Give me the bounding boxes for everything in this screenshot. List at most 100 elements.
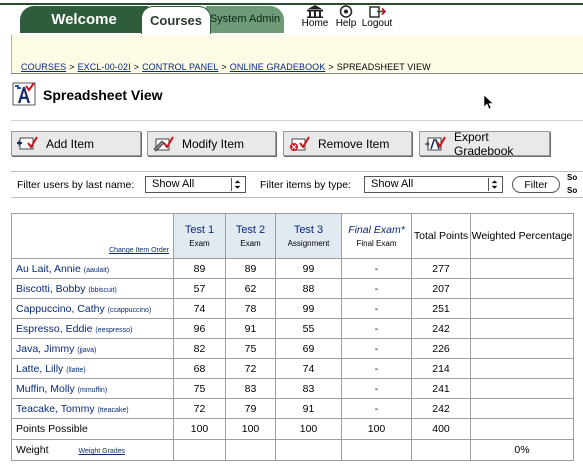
total-cell: 207 (411, 278, 471, 299)
column-header-final-exam[interactable]: Final Exam* Final Exam (341, 213, 412, 259)
student-name-cell[interactable]: Java, Jimmy (jjava) (11, 338, 174, 359)
help-label: Help (335, 18, 357, 29)
weight-cell (341, 439, 412, 461)
student-name-cell[interactable]: Au Lait, Annie (aaulait) (11, 258, 174, 279)
grade-cell[interactable]: 75 (173, 378, 226, 399)
tab-welcome[interactable]: Welcome (20, 6, 148, 33)
top-navigation: Welcome System Admin Courses Home Help L… (0, 0, 583, 34)
change-item-order-link[interactable]: Change Item Order (109, 247, 169, 254)
grade-cell[interactable]: 83 (275, 378, 342, 399)
filter-items-select[interactable]: Show All (364, 176, 503, 193)
grade-cell[interactable]: 89 (225, 258, 276, 279)
grade-cell[interactable]: 89 (173, 258, 226, 279)
column-title: Total Points (413, 229, 469, 242)
tab-system-admin[interactable]: System Admin (206, 6, 284, 33)
logout-label: Logout (361, 18, 393, 29)
student-login: (llatte) (66, 366, 86, 374)
grade-cell[interactable]: 83 (225, 378, 276, 399)
weight-cell (173, 439, 226, 461)
sort-link-fragment[interactable]: So (567, 173, 577, 182)
remove-item-button[interactable]: Remove Item (283, 131, 412, 156)
column-header-test-1[interactable]: Test 1 Exam (173, 213, 226, 259)
grade-cell[interactable]: - (341, 298, 412, 319)
grade-cell[interactable]: 96 (173, 318, 226, 339)
weight-label-cell: Weight Weight Grades (11, 439, 174, 461)
modify-item-button[interactable]: Modify Item (147, 131, 276, 156)
column-title: Final Exam* (348, 224, 405, 236)
export-gradebook-label: Export Gradebook (454, 129, 514, 158)
weighted-cell (470, 338, 574, 359)
grade-cell[interactable]: - (341, 258, 412, 279)
breadcrumb-course-id[interactable]: EXCL-00-02I (78, 62, 131, 72)
grade-cell[interactable]: 79 (225, 398, 276, 419)
grade-cell[interactable]: - (341, 278, 412, 299)
weighted-cell (470, 298, 574, 319)
export-gradebook-button[interactable]: Export Gradebook (419, 129, 550, 158)
filter-users-select[interactable]: Show All (145, 176, 246, 193)
home-link[interactable]: Home (298, 5, 332, 32)
column-header-test-2[interactable]: Test 2 Exam (225, 213, 276, 259)
grade-cell[interactable]: 78 (225, 298, 276, 319)
table-row: Au Lait, Annie (aaulait) 89 89 99 - 277 (11, 258, 574, 279)
total-cell: 277 (411, 258, 471, 279)
student-name: Teacake, Tommy (16, 402, 95, 415)
column-type: Exam (189, 239, 210, 248)
add-item-icon (17, 135, 38, 149)
grade-cell[interactable]: 68 (173, 358, 226, 379)
breadcrumb-courses[interactable]: COURSES (21, 62, 66, 72)
student-name-cell[interactable]: Teacake, Tommy (tteacake) (11, 398, 174, 419)
grade-cell[interactable]: 88 (275, 278, 342, 299)
breadcrumb-rule (11, 73, 583, 74)
grade-cell[interactable]: 91 (225, 318, 276, 339)
filter-items-value: Show All (371, 178, 414, 190)
sort-link-fragment[interactable]: So (567, 186, 577, 195)
total-cell: 242 (411, 398, 471, 419)
student-name-cell[interactable]: Biscotti, Bobby (bbiscuit) (11, 278, 174, 299)
student-name-cell[interactable]: Cappuccino, Cathy (ccappuccino) (11, 298, 174, 319)
column-header-test-3[interactable]: Test 3 Assignment (275, 213, 342, 259)
section-divider (11, 120, 583, 121)
student-name-cell[interactable]: Latte, Lilly (llatte) (11, 358, 174, 379)
grade-cell[interactable]: 72 (225, 358, 276, 379)
grade-cell[interactable]: 62 (225, 278, 276, 299)
export-gradebook-icon (425, 136, 446, 150)
total-cell: 251 (411, 298, 471, 319)
breadcrumb-online-gradebook[interactable]: ONLINE GRADEBOOK (230, 62, 326, 72)
student-login: (tteacake) (97, 406, 129, 414)
help-link[interactable]: Help (334, 5, 358, 32)
student-name-cell[interactable]: Espresso, Eddie (eespresso) (11, 318, 174, 339)
grade-cell[interactable]: 99 (275, 258, 342, 279)
grade-cell[interactable]: 74 (173, 298, 226, 319)
filter-users-label: Filter users by last name: (17, 179, 135, 191)
grade-cell[interactable]: 75 (225, 338, 276, 359)
student-name-cell[interactable]: Muffin, Molly (mmuffin) (11, 378, 174, 399)
grade-cell[interactable]: 57 (173, 278, 226, 299)
breadcrumb-control-panel[interactable]: CONTROL PANEL (142, 62, 218, 72)
grade-cell[interactable]: - (341, 358, 412, 379)
table-row: Espresso, Eddie (eespresso) 96 91 55 - 2… (11, 318, 574, 339)
grade-cell[interactable]: 72 (173, 398, 226, 419)
weighted-cell (470, 378, 574, 399)
grade-cell[interactable]: 99 (275, 298, 342, 319)
column-header-weighted-percentage: Weighted Percentage (470, 213, 574, 259)
modify-item-label: Modify Item (182, 136, 245, 151)
breadcrumb-separator: > (133, 62, 140, 72)
weight-grades-link[interactable]: Weight Grades (79, 448, 126, 455)
grade-cell[interactable]: 69 (275, 338, 342, 359)
grade-cell[interactable]: - (341, 318, 412, 339)
grade-cell[interactable]: 82 (173, 338, 226, 359)
logout-link[interactable]: Logout (359, 5, 395, 32)
weight-cell (225, 439, 276, 461)
grade-cell[interactable]: - (341, 338, 412, 359)
table-row: Biscotti, Bobby (bbiscuit) 57 62 88 - 20… (11, 278, 574, 299)
filter-button[interactable]: Filter (512, 176, 560, 193)
grade-cell[interactable]: 74 (275, 358, 342, 379)
column-type: Final Exam (356, 239, 397, 248)
add-item-button[interactable]: Add Item (11, 131, 141, 156)
grade-cell[interactable]: - (341, 378, 412, 399)
grade-cell[interactable]: 91 (275, 398, 342, 419)
grade-cell[interactable]: - (341, 398, 412, 419)
student-login: (eespresso) (95, 326, 133, 334)
grade-cell[interactable]: 55 (275, 318, 342, 339)
tab-courses[interactable]: Courses (141, 6, 211, 34)
